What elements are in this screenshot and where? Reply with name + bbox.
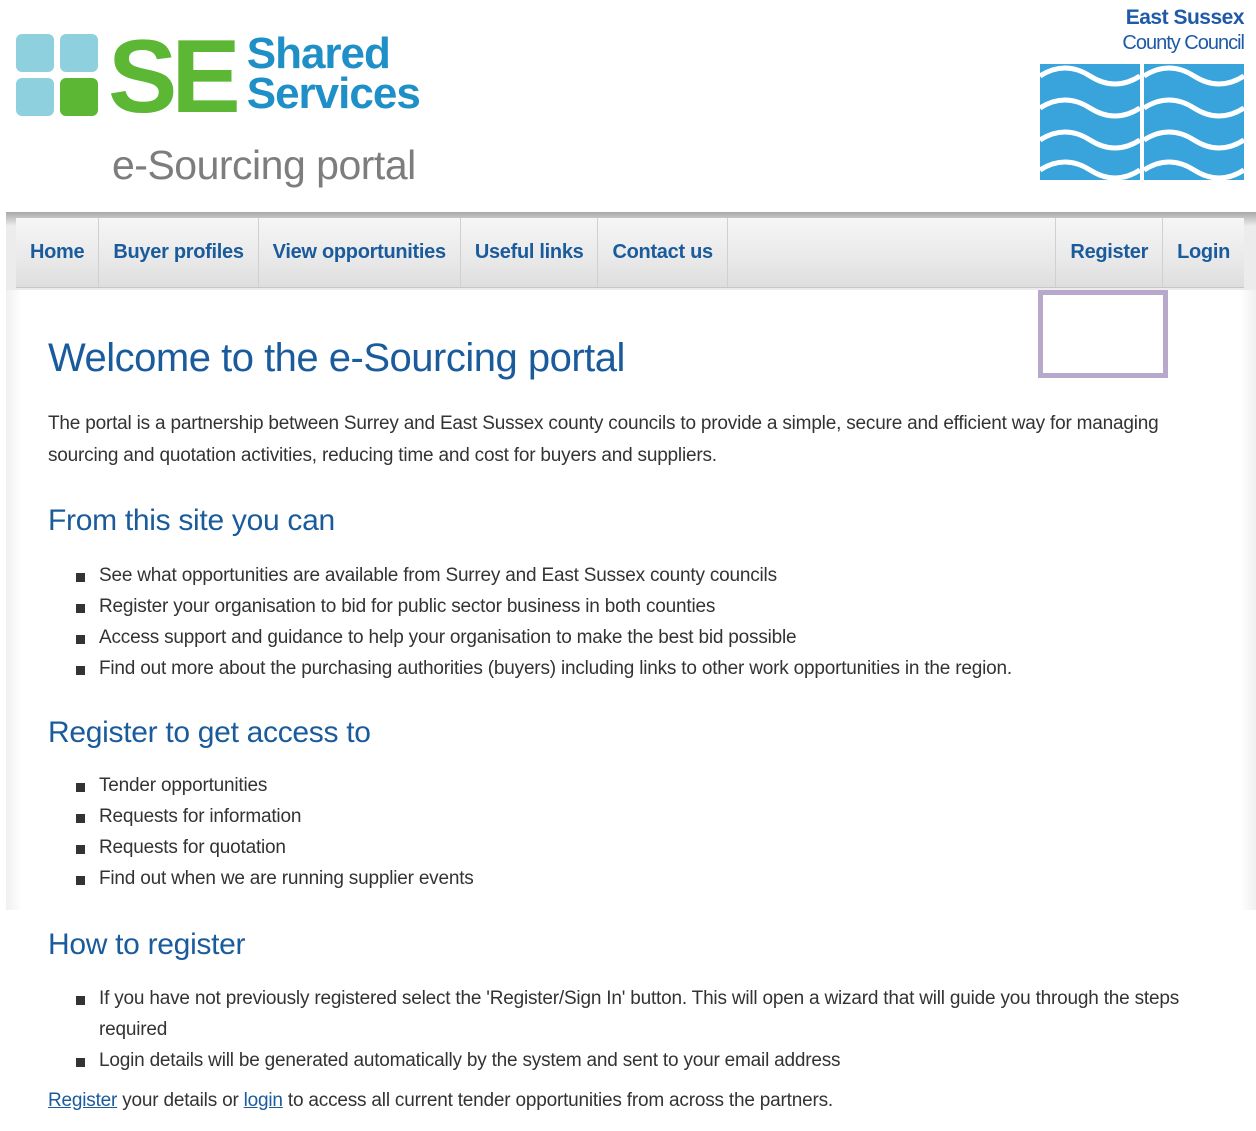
main-nav: Home Buyer profiles View opportunities U…: [16, 218, 1244, 288]
section-heading-from-site: From this site you can: [48, 504, 335, 537]
se-shared-services-logo[interactable]: SE Shared Services: [16, 19, 421, 135]
nav-buyer-profiles[interactable]: Buyer profiles: [99, 218, 259, 287]
footer-middle-text: your details or: [117, 1090, 244, 1111]
logo-wordmark: Shared Services: [246, 29, 421, 118]
footer-cta: Register your details or login to access…: [48, 1090, 833, 1112]
section-heading-how-to-register: How to register: [48, 928, 246, 961]
highlight-box: [1038, 290, 1168, 378]
portal-subtitle: e-Sourcing portal: [112, 142, 416, 188]
tile-icon: [60, 34, 98, 72]
nav-contact-us[interactable]: Contact us: [598, 218, 728, 287]
list-item: Register your organisation to bid for pu…: [76, 591, 1012, 622]
logo-word-shared: Shared: [246, 29, 391, 78]
footer-end-text: to access all current tender opportuniti…: [282, 1090, 833, 1111]
tile-icon: [16, 34, 54, 72]
list-item: If you have not previously registered se…: [76, 983, 1226, 1045]
list-item: Find out more about the purchasing autho…: [76, 653, 1012, 684]
tile-icon: [16, 78, 54, 116]
page: SE Shared Services e-Sourcing portal Eas…: [0, 0, 1256, 1131]
section-heading-register-access: Register to get access to: [48, 716, 371, 749]
list-item: Requests for information: [76, 801, 474, 832]
nav-home[interactable]: Home: [16, 218, 100, 287]
nav-useful-links[interactable]: Useful links: [461, 218, 599, 287]
intro-text: The portal is a partnership between Surr…: [48, 413, 1159, 466]
list-item: Requests for quotation: [76, 832, 474, 863]
east-sussex-logo[interactable]: East Sussex County Council: [1038, 6, 1245, 180]
partner-name-line2: County Council: [1122, 32, 1245, 54]
login-link[interactable]: login: [244, 1090, 283, 1111]
tiles-logo-icon: [16, 34, 100, 116]
list-item: Access support and guidance to help your…: [76, 622, 1012, 653]
partner-name-line1: East Sussex: [1125, 6, 1245, 29]
nav-spacer: [728, 218, 1057, 287]
register-link[interactable]: Register: [48, 1090, 117, 1111]
nav-login[interactable]: Login: [1163, 218, 1244, 287]
nav-view-opportunities[interactable]: View opportunities: [259, 218, 461, 287]
waves-emblem-icon: [1040, 64, 1244, 180]
site-header: SE Shared Services e-Sourcing portal Eas…: [0, 0, 1256, 212]
tile-icon: [60, 78, 98, 116]
nav-register[interactable]: Register: [1056, 218, 1164, 287]
register-access-list: Tender opportunities Requests for inform…: [76, 770, 474, 894]
logo-word-services: Services: [246, 69, 421, 118]
list-item: Find out when we are running supplier ev…: [76, 863, 474, 894]
how-to-register-list: If you have not previously registered se…: [76, 983, 1226, 1076]
from-site-list: See what opportunities are available fro…: [76, 560, 1012, 684]
page-title: Welcome to the e-Sourcing portal: [48, 336, 625, 380]
list-item: Login details will be generated automati…: [76, 1045, 1226, 1076]
list-item: Tender opportunities: [76, 770, 474, 801]
list-item: See what opportunities are available fro…: [76, 560, 1012, 591]
logo-letters: SE: [108, 19, 241, 135]
